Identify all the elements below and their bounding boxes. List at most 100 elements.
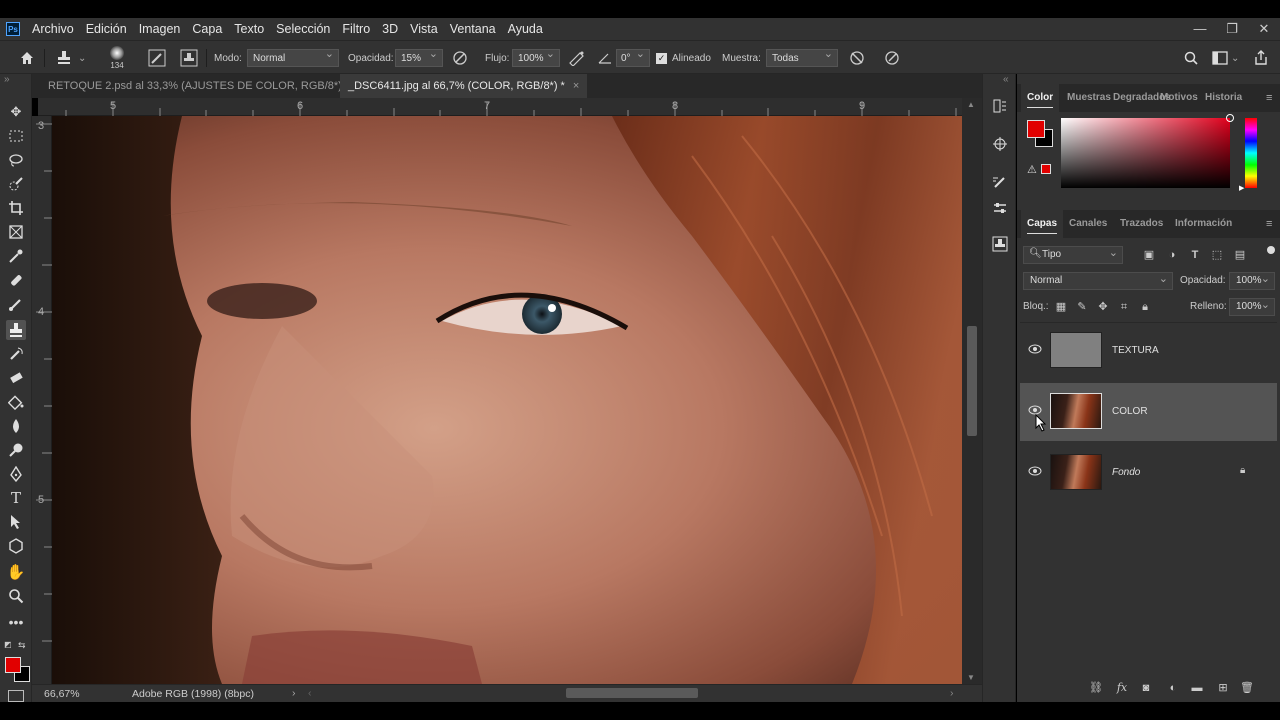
lock-image-icon[interactable]: ✎ xyxy=(1074,299,1090,315)
tab-canales[interactable]: Canales xyxy=(1069,210,1107,238)
link-layers-icon[interactable]: ⛓ xyxy=(1088,680,1104,696)
menu-vista[interactable]: Vista xyxy=(404,18,444,40)
aligned-checkbox[interactable]: ✓ xyxy=(656,52,667,64)
tab-muestras[interactable]: Muestras xyxy=(1067,84,1111,112)
color-field[interactable] xyxy=(1061,114,1234,188)
more-tools-icon[interactable]: ••• xyxy=(6,612,26,632)
lasso-tool-icon[interactable] xyxy=(6,150,26,170)
frame-tool-icon[interactable] xyxy=(6,222,26,242)
brush-preset-picker[interactable]: 134 xyxy=(104,41,130,75)
type-tool-icon[interactable]: T xyxy=(6,488,26,508)
filter-pixel-icon[interactable]: ▣ xyxy=(1141,247,1157,263)
brush-settings-panel-icon[interactable] xyxy=(990,172,1010,192)
navigator-panel-icon[interactable] xyxy=(990,134,1010,154)
marquee-tool-icon[interactable] xyxy=(6,126,26,146)
clone-stamp-tool-icon[interactable] xyxy=(6,320,26,340)
foreground-color-swatch[interactable] xyxy=(5,657,21,673)
scroll-up-icon[interactable]: ▲ xyxy=(967,100,975,109)
hand-tool-icon[interactable]: ✋ xyxy=(6,562,26,582)
layer-filter-dropdown[interactable]: 🔍︎ Tipo xyxy=(1023,246,1123,264)
panel-menu-icon[interactable]: ≡ xyxy=(1266,92,1276,104)
gamut-warning-icon[interactable]: ⚠ xyxy=(1027,163,1037,176)
home-icon[interactable] xyxy=(14,41,40,75)
lock-artboard-icon[interactable]: ⌗ xyxy=(1116,299,1132,315)
panel-menu-icon[interactable]: ≡ xyxy=(1266,218,1276,230)
minimize-icon[interactable]: — xyxy=(1184,21,1216,37)
history-panel-icon[interactable] xyxy=(990,96,1010,116)
menu-edicion[interactable]: Edición xyxy=(80,18,133,40)
vertical-scrollbar[interactable]: ▲ ▼ xyxy=(962,98,982,684)
ignore-adjustment-layers-icon[interactable] xyxy=(849,41,869,75)
tab-historia[interactable]: Historia xyxy=(1205,84,1242,112)
collapse-icon[interactable]: « xyxy=(1003,74,1009,85)
filter-smart-object-icon[interactable]: ▤ xyxy=(1232,247,1248,263)
adjustments-panel-icon[interactable] xyxy=(990,198,1010,218)
menu-texto[interactable]: Texto xyxy=(228,18,270,40)
clone-source-icon[interactable] xyxy=(180,41,200,75)
zoom-tool-icon[interactable] xyxy=(6,586,26,606)
layer-row-color[interactable]: COLOR xyxy=(1020,383,1277,441)
eraser-tool-icon[interactable] xyxy=(6,368,26,388)
new-group-icon[interactable]: ▬ xyxy=(1189,680,1205,696)
layer-style-icon[interactable]: fx xyxy=(1114,680,1130,696)
visibility-eye-icon[interactable] xyxy=(1028,466,1042,480)
tab-dsc6411[interactable]: _DSC6411.jpg al 66,7% (COLOR, RGB/8*) * × xyxy=(340,74,588,98)
tab-informacion[interactable]: Información xyxy=(1175,210,1232,238)
path-select-tool-icon[interactable] xyxy=(6,512,26,532)
new-adjustment-layer-icon[interactable]: ◐ xyxy=(1165,680,1181,696)
scroll-left-icon[interactable]: ‹ xyxy=(308,687,312,699)
quick-select-tool-icon[interactable] xyxy=(6,174,26,194)
visibility-eye-icon[interactable] xyxy=(1028,344,1042,358)
quick-mask-icon[interactable] xyxy=(8,690,24,702)
pressure-opacity-icon[interactable] xyxy=(452,41,472,75)
blur-tool-icon[interactable] xyxy=(6,416,26,436)
paint-bucket-tool-icon[interactable] xyxy=(6,392,26,412)
brush-settings-icon[interactable] xyxy=(148,41,168,75)
filter-type-icon[interactable]: T xyxy=(1187,247,1203,263)
menu-ayuda[interactable]: Ayuda xyxy=(502,18,549,40)
delete-layer-icon[interactable]: 🗑︎ xyxy=(1239,680,1255,696)
foreground-color-swatch[interactable] xyxy=(1027,120,1045,138)
history-brush-tool-icon[interactable] xyxy=(6,344,26,364)
close-tab-icon[interactable]: × xyxy=(573,80,579,92)
workspace-icon[interactable]: ⌄ xyxy=(1212,41,1242,75)
sample-dropdown[interactable]: Todas xyxy=(766,49,838,67)
tool-preset-picker[interactable]: ⌄ xyxy=(56,41,92,75)
lock-transparent-icon[interactable]: ▦ xyxy=(1053,299,1069,315)
menu-3d[interactable]: 3D xyxy=(376,18,404,40)
scroll-down-icon[interactable]: ▼ xyxy=(967,673,975,682)
opacity-dropdown[interactable]: 15% xyxy=(395,49,443,67)
restore-icon[interactable]: ❐ xyxy=(1216,21,1248,37)
eyedropper-tool-icon[interactable] xyxy=(6,246,26,266)
menu-imagen[interactable]: Imagen xyxy=(133,18,187,40)
pen-tool-icon[interactable] xyxy=(6,464,26,484)
filter-adjustment-icon[interactable]: ◑ xyxy=(1164,247,1180,263)
lock-all-icon[interactable]: 🔒︎ xyxy=(1137,299,1153,315)
mode-dropdown[interactable]: Normal xyxy=(247,49,339,67)
layer-row-fondo[interactable]: Fondo 🔒︎ xyxy=(1020,444,1277,502)
menu-filtro[interactable]: Filtro xyxy=(336,18,376,40)
lock-icon[interactable]: 🔒︎ xyxy=(1240,465,1245,476)
menu-archivo[interactable]: Archivo xyxy=(26,18,80,40)
hue-slider[interactable] xyxy=(1245,118,1257,188)
move-tool-icon[interactable]: ✥ xyxy=(6,102,26,122)
healing-brush-tool-icon[interactable] xyxy=(6,270,26,290)
airbrush-icon[interactable] xyxy=(568,41,588,75)
pressure-size-icon[interactable] xyxy=(884,41,904,75)
default-colors-icon[interactable]: ◩ xyxy=(4,640,14,650)
tab-capas[interactable]: Capas xyxy=(1021,210,1064,238)
search-icon[interactable] xyxy=(1184,41,1202,75)
collapse-icon[interactable]: » xyxy=(4,74,10,85)
aligned-checkbox-group[interactable]: ✓ Alineado xyxy=(656,41,711,75)
scroll-right-icon[interactable]: › xyxy=(950,687,954,699)
vertical-scroll-thumb[interactable] xyxy=(967,326,977,436)
tab-motivos[interactable]: Motivos xyxy=(1160,84,1198,112)
filter-shape-icon[interactable]: ⬚ xyxy=(1209,247,1225,263)
tab-color[interactable]: Color xyxy=(1021,84,1060,112)
tab-retoque-2[interactable]: RETOQUE 2.psd al 33,3% (AJUSTES DE COLOR… xyxy=(40,74,364,98)
status-menu-icon[interactable]: › xyxy=(292,687,296,699)
layer-opacity-field[interactable]: 100% xyxy=(1229,272,1275,290)
share-icon[interactable] xyxy=(1254,41,1272,75)
new-layer-icon[interactable]: ⊞ xyxy=(1215,680,1231,696)
add-mask-icon[interactable]: ◙ xyxy=(1138,680,1154,696)
